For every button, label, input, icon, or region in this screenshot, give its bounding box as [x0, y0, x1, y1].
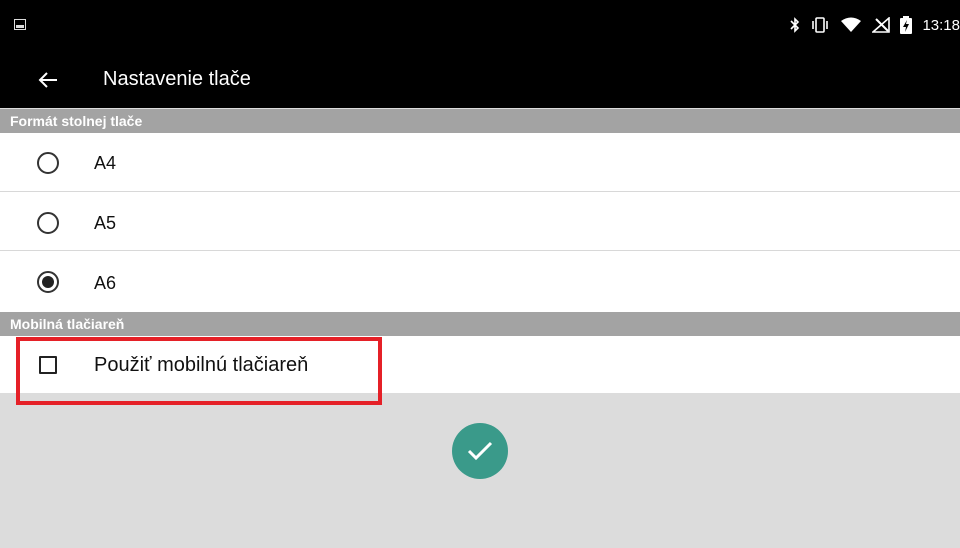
arrow-left-icon — [38, 72, 57, 88]
radio-option-a4[interactable]: A4 — [0, 133, 960, 192]
radio-unchecked-icon[interactable] — [37, 212, 59, 234]
status-time: 13:18 — [922, 16, 960, 34]
checkbox-label: Použiť mobilnú tlačiareň — [94, 354, 309, 376]
radio-checked-icon[interactable] — [37, 271, 59, 293]
checkbox-use-mobile-printer[interactable]: Použiť mobilnú tlačiareň — [0, 336, 960, 393]
radio-option-a5[interactable]: A5 — [0, 192, 960, 251]
page-title: Nastavenie tlače — [103, 68, 251, 90]
option-label: A4 — [94, 153, 117, 173]
option-label: A6 — [94, 273, 117, 293]
checkmark-icon — [467, 441, 493, 461]
option-label: A5 — [94, 213, 117, 233]
gallery-notification-icon — [14, 19, 26, 30]
no-signal-icon — [872, 17, 891, 33]
vibrate-icon — [812, 17, 829, 33]
back-button[interactable] — [30, 62, 66, 98]
section-header-print-format: Formát stolnej tlače — [0, 109, 960, 133]
radio-option-a6[interactable]: A6 — [0, 251, 960, 312]
checkbox-unchecked-icon[interactable] — [39, 356, 57, 374]
wifi-icon — [841, 17, 862, 32]
radio-unchecked-icon[interactable] — [37, 152, 59, 174]
app-bar: Nastavenie tlače — [0, 50, 960, 108]
bluetooth-icon — [790, 17, 800, 33]
section-header-mobile-printer: Mobilná tlačiareň — [0, 312, 960, 336]
status-bar: 13:18 — [0, 0, 960, 50]
status-icons: 13:18 — [790, 14, 960, 36]
battery-charging-icon — [900, 16, 913, 34]
confirm-button[interactable] — [452, 423, 508, 479]
